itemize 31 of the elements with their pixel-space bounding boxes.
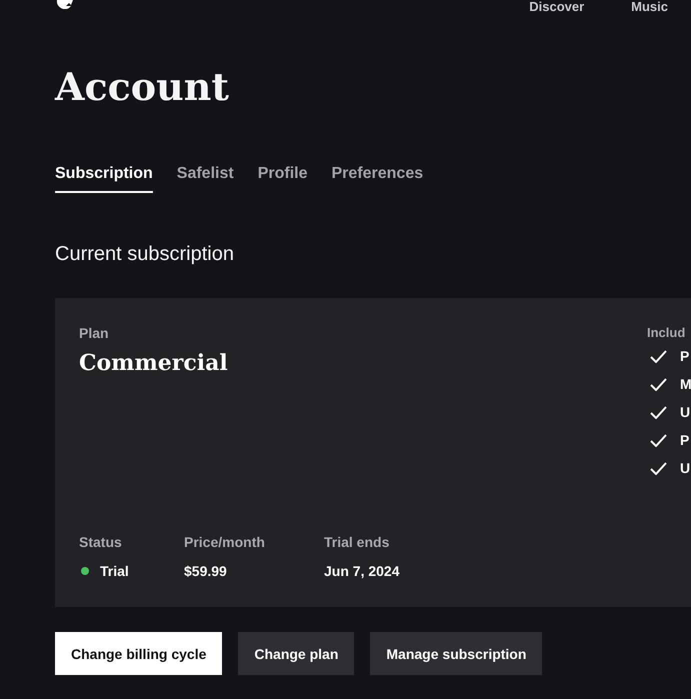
nav-link[interactable]: Music xyxy=(631,0,668,13)
feature-text: U xyxy=(680,460,690,476)
detail-value: Jun 7, 2024 xyxy=(324,562,400,581)
check-icon xyxy=(650,462,667,474)
plan-name: Commercial xyxy=(79,349,229,378)
includes-label: Includ xyxy=(647,324,686,342)
page-title: Account xyxy=(55,63,229,111)
check-icon xyxy=(650,406,667,418)
action-button[interactable]: Change billing cycle xyxy=(55,632,222,675)
status-value: Trial xyxy=(100,562,129,581)
check-icon xyxy=(650,434,667,446)
detail-label: Status xyxy=(79,533,123,551)
logo-icon[interactable] xyxy=(55,0,75,9)
check-icon xyxy=(650,350,667,362)
nav-link[interactable]: Discover xyxy=(529,0,584,13)
detail-label: Trial ends xyxy=(324,533,390,551)
action-button[interactable]: Change plan xyxy=(238,632,354,675)
tab[interactable]: Preferences xyxy=(332,164,424,193)
detail-label: Price/month xyxy=(184,533,266,551)
plan-label: Plan xyxy=(79,324,110,342)
feature-text: P xyxy=(680,348,690,364)
feature-text: M xyxy=(680,376,691,392)
section-title: Current subscription xyxy=(55,242,234,266)
feature-text: U xyxy=(680,404,690,420)
tab[interactable]: Profile xyxy=(258,164,308,193)
action-button[interactable]: Manage subscription xyxy=(370,632,542,675)
detail-value: $59.99 xyxy=(184,562,228,581)
tab[interactable]: Safelist xyxy=(176,164,234,193)
tab[interactable]: Subscription xyxy=(55,164,153,193)
check-icon xyxy=(650,378,667,390)
feature-text: P xyxy=(680,432,690,448)
